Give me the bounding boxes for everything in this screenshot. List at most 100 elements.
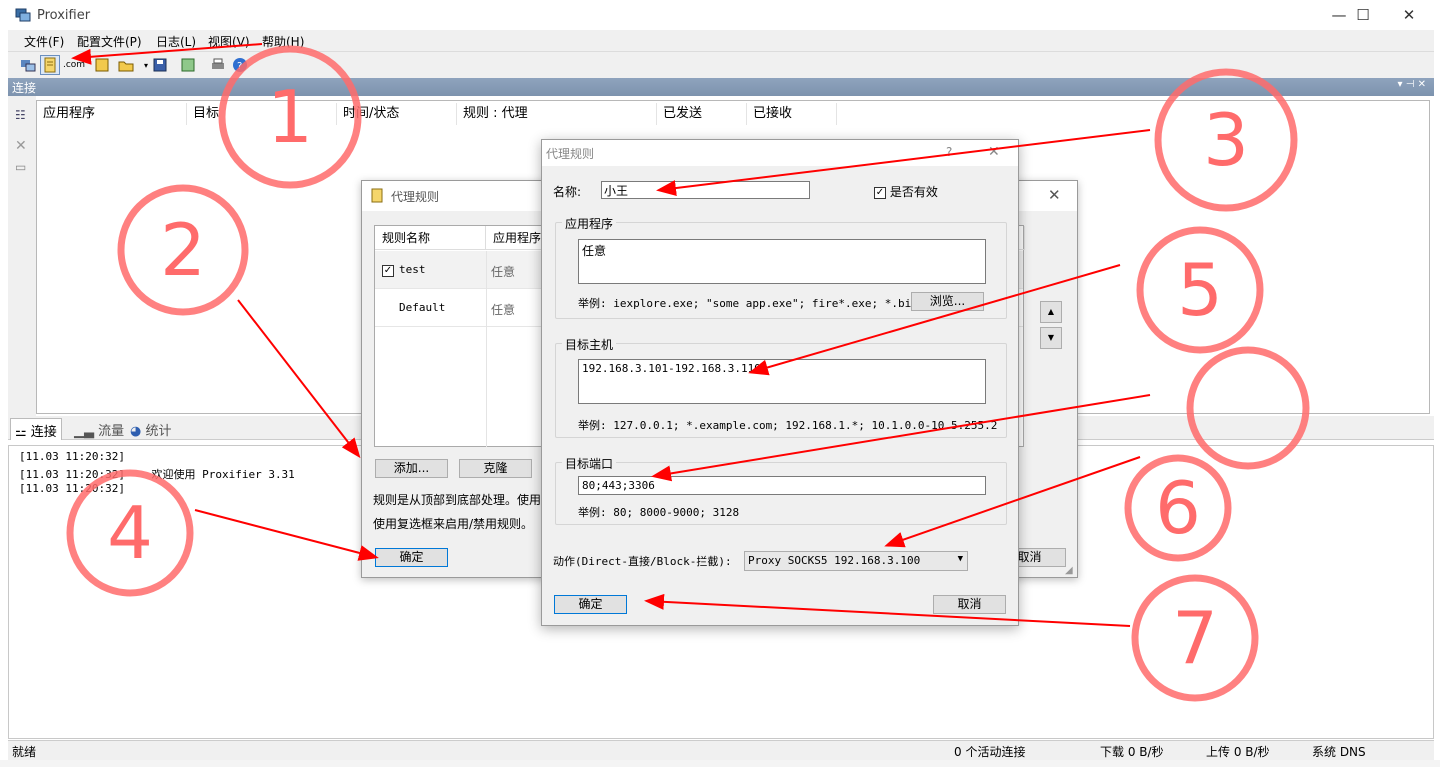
action-select[interactable]: Proxy SOCKS5 192.168.3.100 ▼ bbox=[744, 551, 968, 571]
menu-help[interactable]: 帮助(H) bbox=[262, 33, 304, 50]
status-download-rate: 下载 0 B/秒 bbox=[1100, 745, 1164, 759]
connections-pane-header: 连接 ▾ ⊣ ✕ bbox=[8, 78, 1434, 96]
applications-example: 举例: iexplore.exe; "some app.exe"; fire*.… bbox=[578, 297, 918, 310]
applications-group: 应用程序 任意 举例: iexplore.exe; "some app.exe"… bbox=[555, 215, 1007, 319]
help-button[interactable]: ? bbox=[946, 145, 952, 159]
maximize-button[interactable]: ☐ bbox=[1340, 0, 1386, 30]
target-hosts-group: 目标主机 192.168.3.101-192.168.3.110 举例: 127… bbox=[555, 336, 1007, 438]
connections-table-header: 应用程序 目标 时间/状态 规则 : 代理 已发送 已接收 bbox=[37, 101, 837, 127]
action-selected-value: Proxy SOCKS5 192.168.3.100 bbox=[748, 554, 921, 567]
proxy-rules-dialog-title: 代理规则 bbox=[391, 190, 440, 204]
proxy-rules-icon[interactable] bbox=[40, 55, 60, 75]
tab-statistics-label: 统计 bbox=[145, 424, 172, 439]
edit-ok-button[interactable]: 确定 bbox=[554, 595, 627, 614]
status-upload-rate: 上传 0 B/秒 bbox=[1206, 745, 1270, 759]
help-icon[interactable]: ? bbox=[230, 55, 250, 75]
close-button[interactable]: ✕ bbox=[1386, 0, 1432, 30]
open-profile-icon[interactable] bbox=[116, 55, 136, 75]
target-ports-group: 目标端口 80;443;3306 举例: 80; 8000-9000; 3128 bbox=[555, 455, 1007, 525]
save-icon[interactable] bbox=[150, 55, 170, 75]
log-line: [11.03 11:20:32] bbox=[19, 450, 125, 463]
applications-group-label: 应用程序 bbox=[562, 215, 617, 232]
rule-enabled-checkbox[interactable]: ✓ bbox=[382, 263, 394, 277]
column-header-sent[interactable]: 已发送 bbox=[657, 103, 747, 125]
menu-view[interactable]: 视图(V) bbox=[208, 33, 250, 50]
edit-rule-dialog: 代理规则 ? ✕ 名称: 小王 ✓ 是否有效 应用程序 任意 举例: iexpl… bbox=[541, 139, 1019, 626]
target-hosts-group-label: 目标主机 bbox=[562, 336, 617, 353]
move-up-button[interactable]: ▲ bbox=[1040, 301, 1062, 323]
column-header-rule-proxy[interactable]: 规则 : 代理 bbox=[457, 103, 657, 125]
target-ports-group-label: 目标端口 bbox=[562, 455, 617, 472]
connections-tab-icon: ⚍ bbox=[15, 425, 31, 440]
column-header-time-status[interactable]: 时间/状态 bbox=[337, 103, 457, 125]
edit-rule-dialog-titlebar: 代理规则 ? ✕ bbox=[542, 140, 1018, 166]
list-view-icon[interactable]: ☷ bbox=[15, 108, 26, 122]
rules-dialog-icon bbox=[371, 188, 384, 206]
close-icon[interactable]: ✕ bbox=[988, 144, 1000, 160]
target-hosts-input[interactable]: 192.168.3.101-192.168.3.110 bbox=[578, 359, 986, 404]
target-ports-input[interactable]: 80;443;3306 bbox=[578, 476, 986, 495]
status-ready: 就绪 bbox=[12, 745, 37, 759]
window-title: Proxifier bbox=[37, 8, 91, 23]
clone-rule-button[interactable]: 克隆 bbox=[459, 459, 532, 478]
log-line: [11.03 11:20:32] bbox=[19, 482, 125, 495]
pane-controls-icon[interactable]: ▾ ⊣ ✕ bbox=[1398, 79, 1426, 90]
status-bar: 就绪 0 个活动连接 下载 0 B/秒 上传 0 B/秒 系统 DNS bbox=[8, 740, 1434, 760]
action-label: 动作(Direct-直接/Block-拦截): bbox=[553, 555, 732, 568]
log-time: [11.03 11:20:32] bbox=[19, 482, 125, 495]
print-icon[interactable] bbox=[208, 55, 228, 75]
tab-traffic[interactable]: ▁▃ 流量 bbox=[70, 418, 128, 440]
column-header-rule-name[interactable]: 规则名称 bbox=[375, 226, 486, 250]
column-header-application[interactable]: 应用程序 bbox=[37, 103, 187, 125]
add-rule-button[interactable]: 添加... bbox=[375, 459, 448, 478]
log-message: 欢迎使用 Proxifier 3.31 bbox=[151, 468, 295, 481]
rule-enabled-checkbox[interactable]: ✓ 是否有效 bbox=[874, 183, 938, 200]
menu-log[interactable]: 日志(L) bbox=[156, 33, 196, 50]
background-strip bbox=[0, 760, 1440, 767]
connections-icon[interactable] bbox=[18, 55, 38, 75]
proxifier-app-icon bbox=[15, 8, 31, 22]
statistics-pie-icon: ◕ bbox=[130, 424, 146, 439]
connections-pane-title: 连接 bbox=[12, 81, 37, 95]
column-header-received[interactable]: 已接收 bbox=[747, 103, 837, 125]
rule-name-input[interactable]: 小王 bbox=[601, 181, 810, 199]
log-time: [11.03 11:20:32] bbox=[19, 450, 125, 463]
chevron-down-icon: ▼ bbox=[957, 554, 963, 564]
column-header-target[interactable]: 目标 bbox=[187, 103, 337, 125]
applications-input[interactable]: 任意 bbox=[578, 239, 986, 284]
rule-app: 任意 bbox=[491, 265, 516, 279]
tab-statistics[interactable]: ◕ 统计 bbox=[126, 418, 176, 440]
rule-app: 任意 bbox=[491, 303, 516, 317]
rules-ok-button[interactable]: 确定 bbox=[375, 548, 448, 567]
toolbar: .com ▾ ? bbox=[8, 52, 1434, 78]
title-bar: Proxifier — ☐ ✕ bbox=[0, 0, 1440, 30]
close-connection-icon[interactable]: ✕ bbox=[15, 138, 27, 154]
save-profile-icon[interactable] bbox=[92, 55, 112, 75]
status-active-connections: 0 个活动连接 bbox=[954, 745, 1026, 759]
traffic-chart-icon: ▁▃ bbox=[74, 424, 99, 439]
browse-button[interactable]: 浏览... bbox=[911, 292, 984, 311]
tab-traffic-label: 流量 bbox=[98, 424, 125, 439]
rule-name-label: 名称: bbox=[553, 185, 582, 199]
menu-profile[interactable]: 配置文件(P) bbox=[77, 33, 142, 50]
update-icon[interactable] bbox=[178, 55, 198, 75]
target-ports-example: 举例: 80; 8000-9000; 3128 bbox=[578, 506, 740, 519]
rule-enabled-label: 是否有效 bbox=[889, 185, 938, 199]
column-divider bbox=[486, 251, 487, 447]
name-resolution-icon[interactable]: .com bbox=[63, 55, 85, 75]
tab-connections-label: 连接 bbox=[30, 425, 57, 440]
rule-name: Default bbox=[399, 301, 446, 314]
connections-side-toolbar: ☷ ✕ ▭ bbox=[8, 96, 36, 416]
edit-cancel-button[interactable]: 取消 bbox=[933, 595, 1006, 614]
rule-name: test bbox=[399, 263, 426, 276]
target-hosts-example: 举例: 127.0.0.1; *.example.com; 192.168.1.… bbox=[578, 419, 998, 432]
close-icon[interactable]: ✕ bbox=[1048, 186, 1061, 204]
resize-grip-icon[interactable]: ◢ bbox=[1065, 565, 1073, 576]
connection-info-icon[interactable]: ▭ bbox=[15, 160, 26, 174]
status-dns: 系统 DNS bbox=[1312, 745, 1366, 759]
tab-connections[interactable]: ⚍ 连接 bbox=[10, 418, 62, 440]
menu-bar: 文件(F) 配置文件(P) 日志(L) 视图(V) 帮助(H) bbox=[8, 30, 1434, 52]
menu-file[interactable]: 文件(F) bbox=[24, 33, 64, 50]
rules-description-line2: 使用复选框来启用/禁用规则。 bbox=[373, 517, 534, 531]
move-down-button[interactable]: ▼ bbox=[1040, 327, 1062, 349]
